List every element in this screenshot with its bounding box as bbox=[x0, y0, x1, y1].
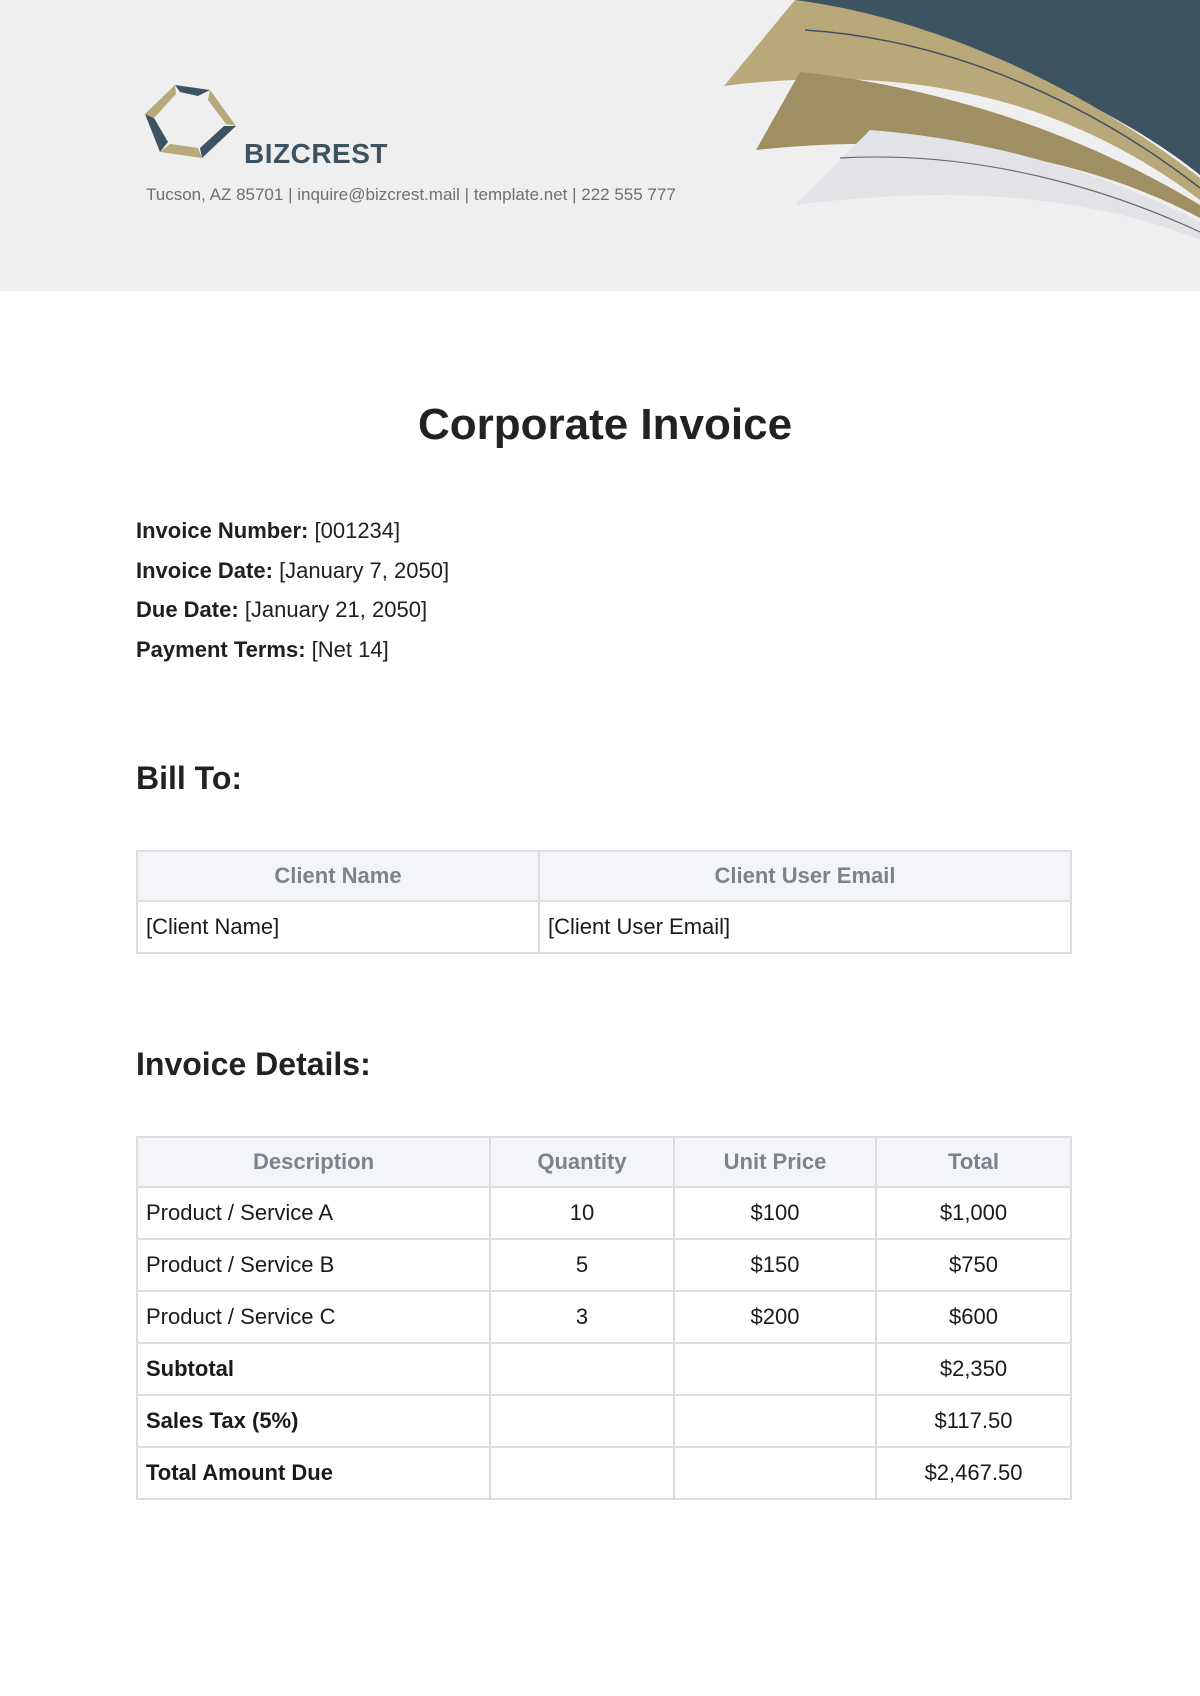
empty-cell bbox=[673, 1394, 877, 1448]
quantity-cell: 3 bbox=[489, 1290, 675, 1344]
invoice-number-row: Invoice Number: [001234] bbox=[136, 516, 449, 556]
contact-line: Tucson, AZ 85701 | inquire@bizcrest.mail… bbox=[146, 185, 676, 204]
meta-value: [001234] bbox=[314, 518, 401, 543]
column-header: Total bbox=[875, 1136, 1072, 1188]
due-date-row: Due Date: [January 21, 2050] bbox=[136, 595, 449, 635]
unit-price-cell: $150 bbox=[673, 1238, 877, 1292]
meta-value: [Net 14] bbox=[311, 636, 389, 662]
empty-cell bbox=[489, 1342, 675, 1396]
summary-value: $2,467.50 bbox=[875, 1446, 1072, 1500]
document-title: Corporate Invoice bbox=[417, 400, 793, 449]
column-header: Quantity bbox=[489, 1136, 675, 1188]
invoice-details-heading: Invoice Details: bbox=[136, 1046, 371, 1082]
table-header-row: Client Name Client User Email bbox=[136, 850, 1072, 902]
meta-label: Payment Terms: bbox=[136, 636, 306, 662]
subtotal-row: Subtotal $2,350 bbox=[136, 1342, 1072, 1396]
table-row: Product / Service B 5 $150 $750 bbox=[136, 1238, 1072, 1292]
invoice-meta: Invoice Number: [001234] Invoice Date: [… bbox=[136, 516, 449, 674]
column-header: Client Name bbox=[136, 850, 540, 902]
invoice-details-table: Description Quantity Unit Price Total Pr… bbox=[136, 1136, 1072, 1500]
table-header-row: Description Quantity Unit Price Total bbox=[136, 1136, 1072, 1188]
empty-cell bbox=[673, 1446, 877, 1500]
total-cell: $600 bbox=[875, 1290, 1072, 1344]
sales-tax-row: Sales Tax (5%) $117.50 bbox=[136, 1394, 1072, 1448]
summary-value: $2,350 bbox=[875, 1342, 1072, 1396]
table-row: Product / Service C 3 $200 $600 bbox=[136, 1290, 1072, 1344]
unit-price-cell: $100 bbox=[673, 1186, 877, 1240]
client-name-cell: [Client Name] bbox=[136, 900, 540, 954]
total-due-row: Total Amount Due $2,467.50 bbox=[136, 1446, 1072, 1500]
summary-label: Total Amount Due bbox=[136, 1446, 491, 1500]
summary-label: Sales Tax (5%) bbox=[136, 1394, 491, 1448]
empty-cell bbox=[489, 1394, 675, 1448]
header-banner: BIZCREST Tucson, AZ 85701 | inquire@bizc… bbox=[0, 0, 1200, 291]
meta-label: Invoice Date: bbox=[136, 557, 273, 583]
unit-price-cell: $200 bbox=[673, 1290, 877, 1344]
empty-cell bbox=[489, 1446, 675, 1500]
column-header: Description bbox=[136, 1136, 491, 1188]
column-header: Client User Email bbox=[538, 850, 1072, 902]
summary-value: $117.50 bbox=[875, 1394, 1072, 1448]
bill-to-heading: Bill To: bbox=[136, 760, 243, 796]
column-header: Unit Price bbox=[673, 1136, 877, 1188]
brand-name: BIZCREST bbox=[244, 138, 388, 169]
meta-label: Invoice Number: bbox=[136, 518, 309, 543]
meta-value: [January 7, 2050] bbox=[279, 557, 450, 583]
bill-to-table: Client Name Client User Email [Client Na… bbox=[136, 850, 1072, 954]
meta-value: [January 21, 2050] bbox=[244, 597, 428, 622]
empty-cell bbox=[673, 1342, 877, 1396]
invoice-date-row: Invoice Date: [January 7, 2050] bbox=[136, 556, 449, 596]
payment-terms-row: Payment Terms: [Net 14] bbox=[136, 635, 449, 675]
description-cell: Product / Service B bbox=[136, 1238, 491, 1292]
meta-label: Due Date: bbox=[136, 597, 239, 622]
summary-label: Subtotal bbox=[136, 1342, 491, 1396]
quantity-cell: 10 bbox=[489, 1186, 675, 1240]
client-email-cell: [Client User Email] bbox=[538, 900, 1072, 954]
total-cell: $750 bbox=[875, 1238, 1072, 1292]
bizcrest-logo-icon bbox=[145, 85, 236, 158]
total-cell: $1,000 bbox=[875, 1186, 1072, 1240]
table-row: [Client Name] [Client User Email] bbox=[136, 900, 1072, 954]
description-cell: Product / Service A bbox=[136, 1186, 491, 1240]
table-row: Product / Service A 10 $100 $1,000 bbox=[136, 1186, 1072, 1240]
description-cell: Product / Service C bbox=[136, 1290, 491, 1344]
quantity-cell: 5 bbox=[489, 1238, 675, 1292]
